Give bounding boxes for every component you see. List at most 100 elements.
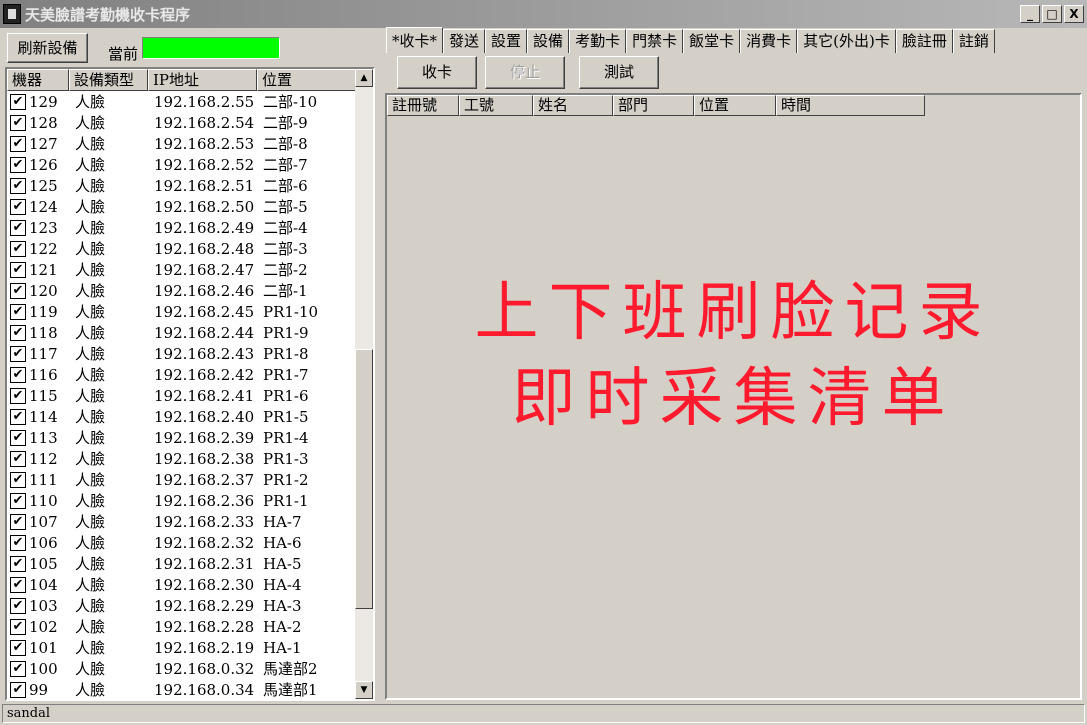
tab-8[interactable]: 其它(外出)卡: [797, 29, 896, 53]
device-row[interactable]: ✔ 99 人臉 192.168.0.34 馬達部1: [7, 679, 357, 699]
tab-4[interactable]: 考勤卡: [569, 29, 627, 53]
device-row[interactable]: ✔ 101 人臉 192.168.2.19 HA-1: [7, 637, 357, 658]
device-row[interactable]: ✔ 112 人臉 192.168.2.38 PR1-3: [7, 448, 357, 469]
col-location[interactable]: 位置: [257, 69, 357, 91]
maximize-button[interactable]: □: [1042, 5, 1062, 23]
device-checkbox[interactable]: ✔: [10, 366, 26, 383]
vertical-scrollbar[interactable]: ▲ ▼: [355, 69, 373, 699]
device-row[interactable]: ✔ 128 人臉 192.168.2.54 二部-9: [7, 112, 357, 133]
device-row[interactable]: ✔ 119 人臉 192.168.2.45 PR1-10: [7, 301, 357, 322]
device-id: 122: [29, 239, 58, 258]
device-row[interactable]: ✔ 103 人臉 192.168.2.29 HA-3: [7, 595, 357, 616]
device-row[interactable]: ✔ 121 人臉 192.168.2.47 二部-2: [7, 259, 357, 280]
tab-10[interactable]: 註銷: [952, 29, 995, 53]
device-checkbox[interactable]: ✔: [10, 618, 26, 635]
scroll-down-icon[interactable]: ▼: [355, 681, 373, 699]
col-name[interactable]: 姓名: [533, 95, 613, 116]
device-row[interactable]: ✔ 114 人臉 192.168.2.40 PR1-5: [7, 406, 357, 427]
device-list[interactable]: 機器 設備類型 IP地址 位置 ✔ 129 人臉 192.168.2.55 二部-10 ✔…: [5, 67, 375, 701]
device-row[interactable]: ✔ 105 人臉 192.168.2.31 HA-5: [7, 553, 357, 574]
device-checkbox[interactable]: ✔: [10, 408, 26, 425]
device-checkbox[interactable]: ✔: [10, 324, 26, 341]
tab-2[interactable]: 設置: [485, 29, 528, 53]
device-checkbox[interactable]: ✔: [10, 492, 26, 509]
device-row[interactable]: ✔ 111 人臉 192.168.2.37 PR1-2: [7, 469, 357, 490]
close-button[interactable]: X: [1064, 5, 1084, 23]
device-location: HA-5: [263, 554, 302, 573]
device-checkbox[interactable]: ✔: [10, 513, 26, 530]
device-location: PR1-10: [263, 302, 319, 321]
col-emp-no[interactable]: 工號: [459, 95, 533, 116]
device-row[interactable]: ✔ 104 人臉 192.168.2.30 HA-4: [7, 574, 357, 595]
device-checkbox[interactable]: ✔: [10, 282, 26, 299]
device-row[interactable]: ✔ 113 人臉 192.168.2.39 PR1-4: [7, 427, 357, 448]
device-row[interactable]: ✔ 106 人臉 192.168.2.32 HA-6: [7, 532, 357, 553]
device-checkbox[interactable]: ✔: [10, 135, 26, 152]
device-checkbox[interactable]: ✔: [10, 240, 26, 257]
refresh-devices-button[interactable]: 刷新設備: [7, 33, 88, 63]
tab-9[interactable]: 臉註冊: [895, 29, 953, 53]
device-row[interactable]: ✔ 116 人臉 192.168.2.42 PR1-7: [7, 364, 357, 385]
device-checkbox[interactable]: ✔: [10, 681, 26, 698]
tab-7[interactable]: 消費卡: [740, 29, 798, 53]
device-row[interactable]: ✔ 129 人臉 192.168.2.55 二部-10: [7, 91, 357, 112]
device-checkbox[interactable]: ✔: [10, 303, 26, 320]
minimize-button[interactable]: _: [1020, 5, 1040, 23]
device-row[interactable]: ✔ 124 人臉 192.168.2.50 二部-5: [7, 196, 357, 217]
device-checkbox[interactable]: ✔: [10, 345, 26, 362]
device-row[interactable]: ✔ 107 人臉 192.168.2.33 HA-7: [7, 511, 357, 532]
device-checkbox[interactable]: ✔: [10, 660, 26, 677]
stop-button[interactable]: 停止: [485, 56, 565, 89]
device-row[interactable]: ✔ 117 人臉 192.168.2.43 PR1-8: [7, 343, 357, 364]
device-row[interactable]: ✔ 120 人臉 192.168.2.46 二部-1: [7, 280, 357, 301]
col-dept[interactable]: 部門: [613, 95, 694, 116]
device-id: 118: [29, 323, 58, 342]
device-checkbox[interactable]: ✔: [10, 261, 26, 278]
device-checkbox[interactable]: ✔: [10, 534, 26, 551]
device-checkbox[interactable]: ✔: [10, 114, 26, 131]
col-position[interactable]: 位置: [694, 95, 776, 116]
device-checkbox[interactable]: ✔: [10, 429, 26, 446]
device-checkbox[interactable]: ✔: [10, 576, 26, 593]
device-ip: 192.168.2.31: [154, 554, 255, 573]
device-id: 129: [29, 92, 58, 111]
device-row[interactable]: ✔ 125 人臉 192.168.2.51 二部-6: [7, 175, 357, 196]
scroll-up-icon[interactable]: ▲: [355, 69, 373, 87]
device-row[interactable]: ✔ 123 人臉 192.168.2.49 二部-4: [7, 217, 357, 238]
device-checkbox[interactable]: ✔: [10, 597, 26, 614]
device-checkbox[interactable]: ✔: [10, 198, 26, 215]
col-machine[interactable]: 機器: [7, 69, 69, 91]
device-checkbox[interactable]: ✔: [10, 387, 26, 404]
test-button[interactable]: 測試: [579, 56, 659, 89]
device-row[interactable]: ✔ 102 人臉 192.168.2.28 HA-2: [7, 616, 357, 637]
device-checkbox[interactable]: ✔: [10, 471, 26, 488]
tab-3[interactable]: 設備: [527, 29, 570, 53]
device-row[interactable]: ✔ 100 人臉 192.168.0.32 馬達部2: [7, 658, 357, 679]
device-checkbox[interactable]: ✔: [10, 450, 26, 467]
device-row[interactable]: ✔ 122 人臉 192.168.2.48 二部-3: [7, 238, 357, 259]
device-checkbox[interactable]: ✔: [10, 639, 26, 656]
col-time[interactable]: 時間: [776, 95, 925, 116]
device-checkbox[interactable]: ✔: [10, 177, 26, 194]
tab-5[interactable]: 門禁卡: [626, 29, 684, 53]
device-row[interactable]: ✔ 115 人臉 192.168.2.41 PR1-6: [7, 385, 357, 406]
device-row[interactable]: ✔ 126 人臉 192.168.2.52 二部-7: [7, 154, 357, 175]
device-row[interactable]: ✔ 127 人臉 192.168.2.53 二部-8: [7, 133, 357, 154]
records-table-header: 註冊號 工號 姓名 部門 位置 時間: [387, 95, 925, 116]
device-type: 人臉: [75, 135, 106, 153]
device-checkbox[interactable]: ✔: [10, 156, 26, 173]
tab-0[interactable]: *收卡*: [386, 27, 444, 53]
collect-button[interactable]: 收卡: [397, 56, 477, 89]
device-checkbox[interactable]: ✔: [10, 219, 26, 236]
device-checkbox[interactable]: ✔: [10, 93, 26, 110]
scroll-thumb[interactable]: [355, 349, 373, 609]
left-toolbar: 刷新設備 當前: [0, 28, 380, 66]
tab-6[interactable]: 飯堂卡: [683, 29, 741, 53]
col-reg-no[interactable]: 註冊號: [387, 95, 459, 116]
device-row[interactable]: ✔ 118 人臉 192.168.2.44 PR1-9: [7, 322, 357, 343]
tab-1[interactable]: 發送: [443, 29, 486, 53]
col-ip-address[interactable]: IP地址: [148, 69, 257, 91]
device-row[interactable]: ✔ 110 人臉 192.168.2.36 PR1-1: [7, 490, 357, 511]
col-device-type[interactable]: 設備類型: [69, 69, 148, 91]
device-checkbox[interactable]: ✔: [10, 555, 26, 572]
